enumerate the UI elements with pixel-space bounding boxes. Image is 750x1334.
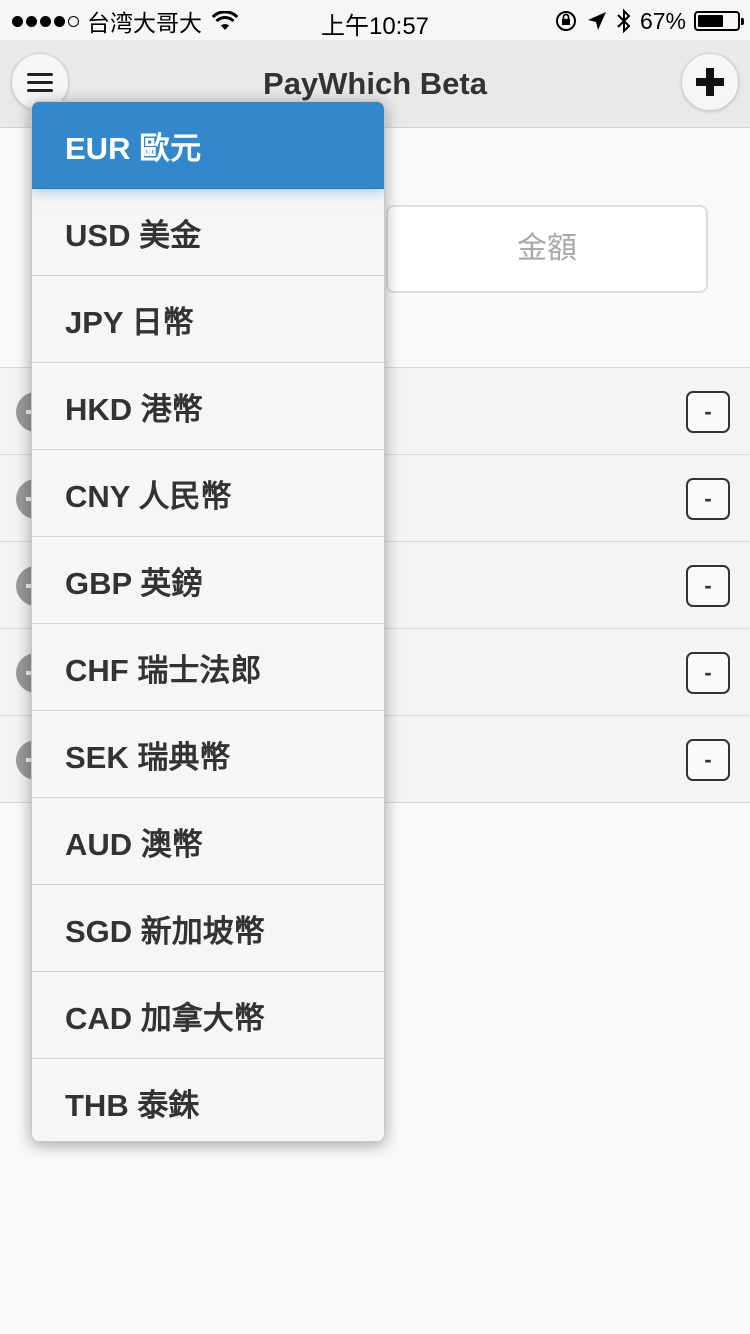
- currency-option-chf[interactable]: CHF 瑞士法郎: [32, 624, 384, 711]
- currency-option-cad[interactable]: CAD 加拿大幣: [32, 972, 384, 1059]
- currency-option-eur[interactable]: EUR 歐元: [32, 102, 384, 189]
- location-arrow-icon: [587, 12, 606, 30]
- currency-option-thb[interactable]: THB 泰銖: [32, 1059, 384, 1141]
- currency-option-sgd[interactable]: SGD 新加坡幣: [32, 885, 384, 972]
- amount-input[interactable]: [386, 205, 708, 293]
- battery-percentage: 67%: [639, 7, 686, 34]
- currency-option-hkd[interactable]: HKD 港幣: [32, 363, 384, 450]
- status-right: 67%: [554, 6, 744, 36]
- minus-button[interactable]: -: [686, 565, 730, 607]
- plus-icon: [696, 68, 724, 96]
- currency-option-gbp[interactable]: GBP 英鎊: [32, 537, 384, 624]
- orientation-lock-icon: [555, 11, 576, 31]
- minus-button[interactable]: -: [686, 478, 730, 520]
- battery-level: [698, 15, 724, 27]
- minus-button[interactable]: -: [686, 739, 730, 781]
- add-currency-button[interactable]: [681, 53, 739, 111]
- bluetooth-icon: [617, 8, 631, 34]
- currency-option-sek[interactable]: SEK 瑞典幣: [32, 711, 384, 798]
- currency-dropdown: EUR 歐元 USD 美金 JPY 日幣 HKD 港幣 CNY 人民幣 GBP …: [31, 101, 385, 1142]
- currency-option-usd[interactable]: USD 美金: [32, 189, 384, 276]
- currency-option-jpy[interactable]: JPY 日幣: [32, 276, 384, 363]
- status-bar: 台湾大哥大 上午10:57 67%: [0, 0, 750, 40]
- minus-button[interactable]: -: [686, 391, 730, 433]
- currency-option-aud[interactable]: AUD 澳幣: [32, 798, 384, 885]
- page-title: PayWhich Beta: [263, 66, 487, 101]
- minus-button[interactable]: -: [686, 652, 730, 694]
- currency-option-cny[interactable]: CNY 人民幣: [32, 450, 384, 537]
- battery-icon: [694, 11, 744, 31]
